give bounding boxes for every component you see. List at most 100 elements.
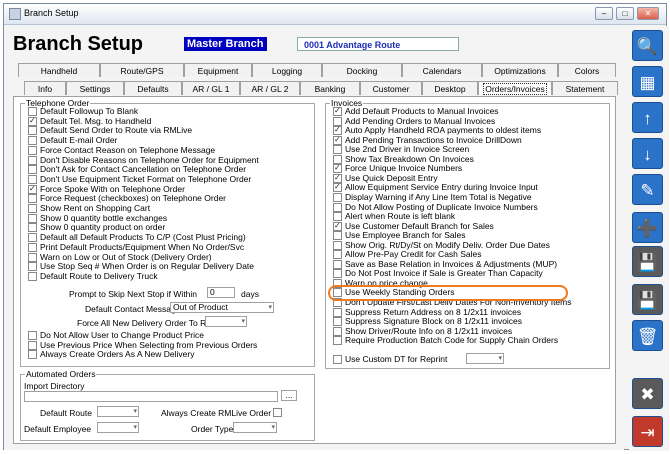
tab-defaults[interactable]: Defaults — [124, 81, 182, 95]
tab-route-gps[interactable]: Route/GPS — [100, 63, 184, 77]
tab-ar-gl-1[interactable]: AR / GL 1 — [182, 81, 240, 95]
checkbox-require-production-batch-code-for-supply-chain-orders[interactable]: Require Production Batch Code for Supply… — [333, 336, 558, 346]
tab-optimizations[interactable]: Optimizations — [482, 63, 558, 77]
checkbox-show-rent-on-shopping-cart[interactable]: Show Rent on Shopping Cart — [28, 204, 150, 213]
checkbox-box — [28, 233, 37, 243]
tab-equipment[interactable]: Equipment — [184, 63, 252, 77]
checkbox-label: Default Followup To Blank — [40, 106, 139, 116]
tab-label: Logging — [271, 66, 303, 76]
checkbox-box — [28, 331, 37, 340]
tab-customer[interactable]: Customer — [360, 81, 422, 95]
checkbox-label: Show Rent on Shopping Cart — [40, 203, 151, 213]
default-employee-select[interactable] — [97, 422, 139, 433]
delete-icon: 🗑 — [636, 327, 659, 346]
prompt-days-label: days — [241, 289, 259, 299]
checkbox-force-spoke-with-on-telephone-order[interactable]: Force Spoke With on Telephone Order — [28, 184, 185, 194]
tab-label: Info — [37, 84, 53, 94]
route-selector[interactable]: 0001 Advantage Route — [297, 37, 459, 51]
prompt-skip-label: Prompt to Skip Next Stop if Within — [69, 289, 198, 299]
maximize-button[interactable]: □ — [616, 7, 634, 20]
checkbox-label: Default Route to Delivery Truck — [40, 270, 158, 281]
tab-info[interactable]: Info — [24, 81, 66, 95]
checkbox-print-default-products-equipment-when-no-order-svc[interactable]: Print Default Products/Equipment When No… — [28, 242, 244, 252]
checkbox-default-send-order-to-route-via-rmlive[interactable]: Default Send Order to Route via RMLive — [28, 126, 192, 136]
checkbox-show-0-quantity-bottle-exchanges[interactable]: Show 0 quantity bottle exchanges — [28, 213, 167, 223]
checkbox-box — [28, 252, 37, 262]
custom-dt-select[interactable] — [466, 353, 504, 364]
checkbox-box — [28, 145, 37, 155]
tab-colors[interactable]: Colors — [558, 63, 616, 77]
checkbox-don-t-ask-for-contact-cancellation-on-telephone-order[interactable]: Don't Ask for Contact Cancellation on Te… — [28, 165, 246, 175]
tab-label: Desktop — [434, 84, 466, 94]
custom-dt-checkbox[interactable]: Use Custom DT for Reprint — [333, 355, 447, 364]
checkbox-warn-on-low-or-out-of-stock-delivery-order[interactable]: Warn on Low or Out of Stock (Delivery Or… — [28, 252, 212, 262]
delete-button[interactable]: 🗑 — [632, 320, 663, 351]
save-new-button[interactable]: 💾 — [632, 246, 663, 277]
order-type-select[interactable] — [233, 422, 277, 433]
checkbox-default-followup-to-blank[interactable]: Default Followup To Blank — [28, 107, 138, 116]
checkbox-box — [333, 145, 342, 155]
search-button[interactable]: 🔍 — [632, 30, 663, 61]
minimize-button[interactable]: – — [595, 7, 613, 20]
always-create-checkbox[interactable] — [273, 408, 285, 417]
checkbox-box — [28, 174, 37, 184]
tab-label: AR / GL 2 — [251, 84, 289, 94]
checkbox-force-request-checkboxes-on-telephone-order[interactable]: Force Request (checkboxes) on Telephone … — [28, 194, 226, 204]
tab-handheld[interactable]: Handheld — [18, 63, 100, 77]
arrow-down-button[interactable]: ↓ — [632, 138, 663, 169]
tab-docking[interactable]: Docking — [322, 63, 402, 77]
checkbox-default-route-to-delivery-truck[interactable]: Default Route to Delivery Truck — [28, 270, 158, 281]
checkbox-label: Suppress Return Address on 8 1/2x11 invo… — [345, 306, 522, 317]
tab-label: Customer — [372, 84, 410, 94]
checkbox-show-0-quantity-product-on-order[interactable]: Show 0 quantity product on order — [28, 223, 165, 233]
checkbox-default-tel-msg-to-handheld[interactable]: Default Tel. Msg. to Handheld — [28, 115, 152, 126]
checkbox-do-not-allow-user-to-change-product-price[interactable]: Do Not Allow User to Change Product Pric… — [28, 331, 204, 340]
tab-settings[interactable]: Settings — [66, 81, 124, 95]
tab-logging[interactable]: Logging — [252, 63, 322, 77]
checkbox-label: Default Tel. Msg. to Handheld — [40, 115, 152, 126]
checkbox-always-create-orders-as-a-new-delivery[interactable]: Always Create Orders As A New Delivery — [28, 350, 194, 360]
checkbox-box — [28, 262, 37, 272]
checkbox-box — [333, 240, 342, 250]
checkbox-box — [333, 326, 342, 336]
tab-banking[interactable]: Banking — [300, 81, 360, 95]
checkbox-label: Use Customer Default Branch for Sales — [345, 220, 494, 231]
tab-ar-gl-2[interactable]: AR / GL 2 — [240, 81, 300, 95]
checkbox-default-all-default-products-to-c-p-cost-plust-pricing[interactable]: Default all Default Products To C/P (Cos… — [28, 233, 246, 243]
exit-icon: ⇥ — [640, 423, 655, 442]
checkbox-label: Do Not Allow Posting of Duplicate Invoic… — [345, 201, 538, 212]
checkbox-label: Use Employee Branch for Sales — [345, 230, 466, 241]
grid-button[interactable]: ▦ — [632, 66, 663, 97]
default-contact-select[interactable]: Out of Product — [170, 302, 274, 313]
checkbox-use-stop-seq-when-order-is-on-regular-delivery-date[interactable]: Use Stop Seq # When Order is on Regular … — [28, 262, 254, 272]
arrow-up-button[interactable]: ↑ — [632, 102, 663, 133]
save-button[interactable]: 💾 — [632, 284, 663, 315]
tab-label: Defaults — [137, 84, 169, 94]
automated-orders-group: Automated Orders Import Directory ... De… — [20, 369, 315, 441]
checkbox-label: Do Not Allow User to Change Product Pric… — [40, 330, 204, 340]
prompt-skip-input[interactable]: 0 — [207, 287, 235, 298]
checkbox-default-e-mail-order[interactable]: Default E-mail Order — [28, 136, 117, 146]
checkbox-box — [28, 126, 37, 136]
tab-orders-invoices[interactable]: Orders/Invoices — [478, 81, 552, 95]
checkbox-don-t-use-equipment-ticket-format-on-telephone-order[interactable]: Don't Use Equipment Ticket Format on Tel… — [28, 174, 251, 184]
checkbox-don-t-disable-reasons-on-telephone-order-for-equipment[interactable]: Don't Disable Reasons on Telephone Order… — [28, 155, 259, 165]
tab-desktop[interactable]: Desktop — [422, 81, 478, 95]
checkbox-box — [333, 336, 342, 346]
close-button[interactable]: ✕ — [637, 7, 659, 20]
exit-button[interactable]: ⇥ — [632, 416, 663, 447]
tab-statement[interactable]: Statement — [552, 81, 618, 95]
force-route-select[interactable] — [205, 316, 247, 327]
tab-calendars[interactable]: Calendars — [402, 63, 482, 77]
default-route-select[interactable] — [97, 406, 139, 417]
checkbox-use-previous-price-when-selecting-from-previous-orders[interactable]: Use Previous Price When Selecting from P… — [28, 340, 257, 350]
cancel-button[interactable]: ✖ — [632, 378, 663, 409]
browse-button[interactable]: ... — [281, 390, 297, 401]
add-document-button[interactable]: ➕ — [632, 212, 663, 243]
checkbox-box — [333, 317, 342, 327]
arrow-up-icon: ↑ — [643, 109, 652, 128]
import-directory-input[interactable] — [24, 391, 278, 402]
checkbox-force-contact-reason-on-telephone-message[interactable]: Force Contact Reason on Telephone Messag… — [28, 145, 215, 155]
tab-label: Banking — [314, 84, 346, 94]
edit-button[interactable]: ✎ — [632, 174, 663, 205]
